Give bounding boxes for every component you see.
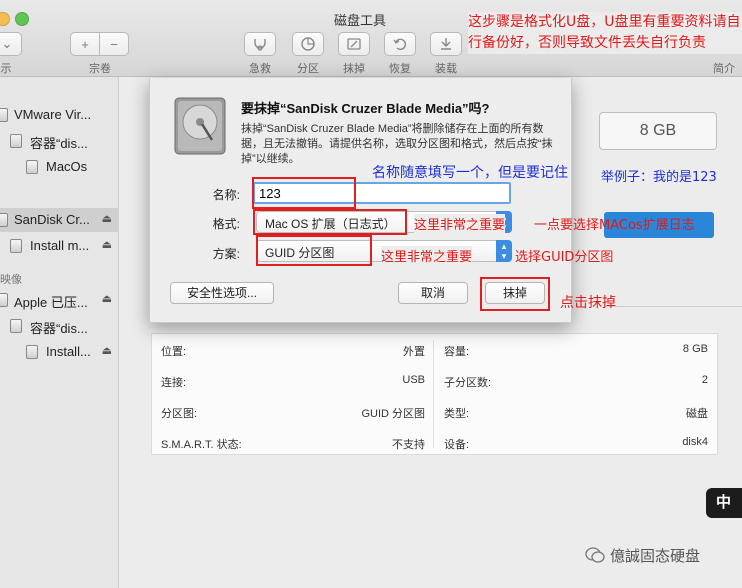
volume-icon (26, 160, 38, 174)
view-label: 示 (0, 63, 12, 75)
restore-button[interactable] (384, 32, 416, 56)
sidebar-item-container-2[interactable]: 容器“dis... (0, 314, 118, 338)
partition-button[interactable] (292, 32, 324, 56)
zoom-window-button[interactable] (15, 12, 29, 26)
hard-disk-icon (174, 97, 226, 155)
plus-icon: + (81, 36, 89, 52)
highlight-format-select (253, 209, 407, 235)
erase-icon (347, 38, 361, 50)
mount-icon (441, 38, 451, 50)
info-row-connection: 连接: USB (161, 374, 425, 389)
example-tip: 举例子：我的是123 (601, 170, 717, 185)
info-row-smart: S.M.A.R.T. 状态: 不支持 (161, 439, 425, 451)
info-row-partition-map: 分区图: GUID 分区图 (161, 408, 425, 420)
scheme-tip-2: 选择GUID分区图 (515, 250, 614, 265)
warning-note: 这步骤是格式化U盘，U盘里有重要资料请自行备份好，否则导致文件丢失自行负责 (468, 12, 742, 54)
volume-icon (10, 239, 22, 253)
name-tip: 名称随意填写一个，但是要记住 (372, 165, 568, 181)
chevron-updown-icon: ▴▾ (496, 240, 512, 262)
watermark-text: 億誠固态硬盘 (610, 547, 701, 565)
scheme-tip-1: 这里非常之重要 (381, 246, 473, 265)
info-divider (433, 340, 434, 448)
restore-icon (393, 38, 407, 51)
sidebar-item-sandisk[interactable]: SanDisk Cr... ⏏ (0, 208, 118, 232)
scheme-label: 方案: (212, 247, 240, 261)
disk-info-table: 位置: 外置 连接: USB 分区图: GUID 分区图 S.M.A.R.T. 状态:… (151, 333, 718, 455)
info-row-type: 类型: 磁盘 (444, 408, 708, 420)
cancel-button[interactable]: 取消 (398, 282, 468, 304)
sidebar-item-install[interactable]: Install... ⏏ (0, 340, 118, 364)
container-icon (10, 319, 22, 333)
container-icon (10, 134, 22, 148)
format-tip-2: 一点要选择MACos扩展日志 (534, 218, 695, 233)
view-button[interactable]: ⌄ (0, 32, 22, 56)
format-tip-1: 这里非常之重要 (414, 214, 506, 233)
minimize-window-button[interactable] (0, 12, 10, 26)
usb-disk-icon (0, 213, 8, 227)
chevron-down-icon: ⌄ (1, 36, 13, 51)
divider (604, 306, 742, 307)
minus-icon: − (110, 36, 118, 52)
watermark-badge: 中 (706, 488, 742, 518)
sidebar-item-vmware[interactable]: VMware Vir... (0, 103, 118, 127)
sidebar: VMware Vir... 容器“dis... MacOs SanDisk Cr… (0, 77, 119, 588)
security-options-button[interactable]: 安全性选项... (170, 282, 274, 304)
mount-button[interactable] (430, 32, 462, 56)
partition-label: 分区 (297, 63, 319, 75)
remove-volume-button[interactable]: − (99, 32, 129, 56)
erase-toolbar-button[interactable] (338, 32, 370, 56)
sidebar-section-images: 映像 (0, 274, 22, 286)
dialog-title: 要抹掉“SanDisk Cruzer Blade Media”吗? (241, 101, 490, 116)
volume-icon (26, 345, 38, 359)
eject-icon[interactable]: ⏏ (102, 292, 112, 305)
window-title: 磁盘工具 (333, 13, 386, 28)
erase-tip: 点击抹掉 (560, 295, 616, 311)
restore-label: 恢复 (389, 63, 411, 75)
eject-icon[interactable]: ⏏ (102, 344, 112, 357)
sidebar-item-container-1[interactable]: 容器“dis... (0, 129, 118, 153)
info-row-capacity: 容量: 8 GB (444, 343, 708, 358)
disk-image-icon (0, 293, 8, 307)
sidebar-item-apple-image[interactable]: Apple 已压... ⏏ (0, 288, 118, 312)
name-label: 名称: (212, 188, 240, 202)
erase-toolbar-label: 抹掉 (343, 63, 365, 75)
wechat-icon (585, 547, 605, 563)
sidebar-item-macos[interactable]: MacOs (0, 155, 118, 179)
info-row-device: 设备: disk4 (444, 436, 708, 451)
sidebar-item-install-m[interactable]: Install m... ⏏ (0, 234, 118, 258)
info-label: 简介 (713, 63, 735, 75)
eject-icon[interactable]: ⏏ (102, 238, 112, 251)
format-label: 格式: (212, 217, 240, 231)
info-row-child-count: 子分区数: 2 (444, 374, 708, 389)
eject-icon[interactable]: ⏏ (102, 212, 112, 225)
pie-icon (301, 37, 315, 51)
disk-size-display: 8 GB (599, 112, 717, 150)
highlight-scheme-select (256, 235, 372, 266)
highlight-name-field (252, 177, 356, 209)
first-aid-button[interactable] (244, 32, 276, 56)
volume-label: 宗卷 (89, 63, 111, 75)
dialog-description: 抹掉“SanDisk Cruzer Blade Media”将删除储存在上面的所… (241, 123, 553, 165)
first-aid-label: 急救 (249, 63, 271, 75)
info-row-location: 位置: 外置 (161, 346, 425, 358)
disk-icon (0, 108, 8, 122)
add-volume-button[interactable]: + (70, 32, 100, 56)
mount-label: 装载 (435, 63, 457, 75)
stethoscope-icon (254, 39, 266, 51)
highlight-erase-button (480, 277, 550, 311)
